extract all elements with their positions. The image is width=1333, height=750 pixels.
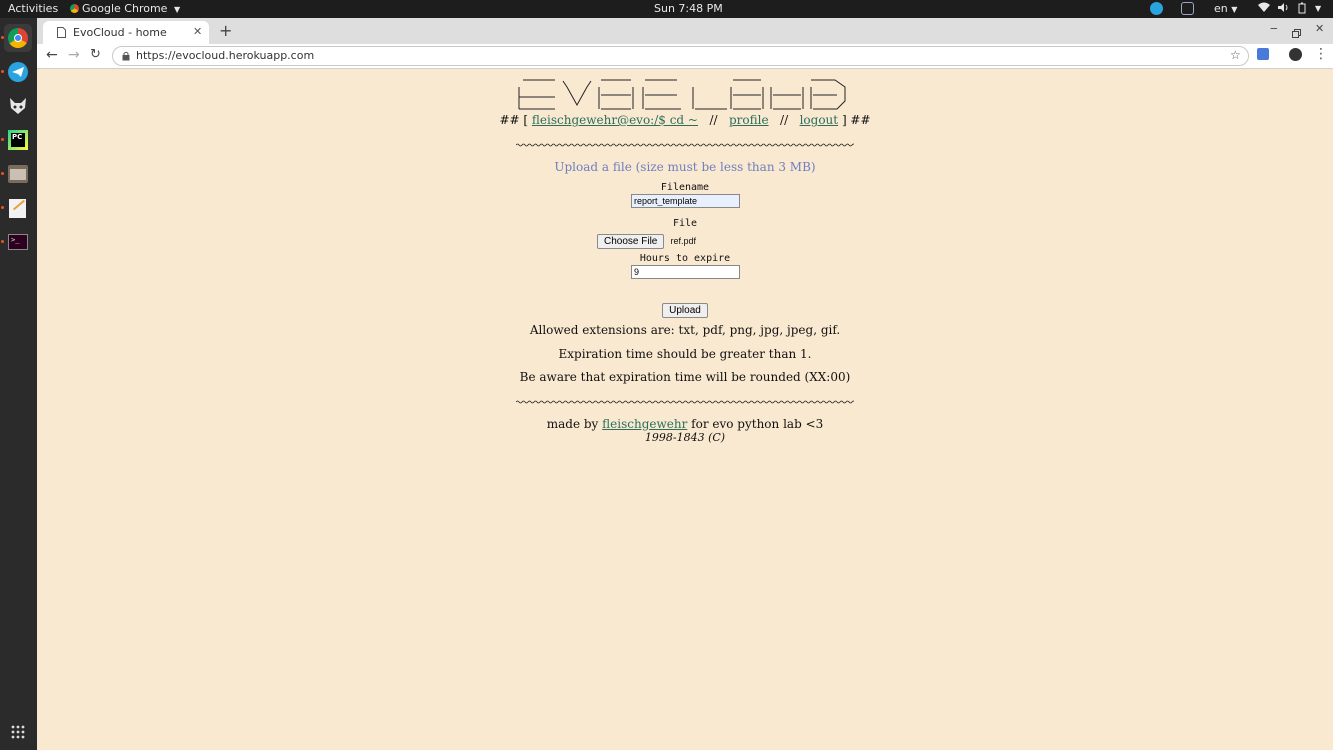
evocloud-ascii-logo	[518, 79, 846, 110]
chevron-down-icon: ▼	[1231, 5, 1238, 14]
fox-icon[interactable]	[4, 92, 32, 120]
bookmark-star-icon[interactable]: ☆	[1230, 48, 1241, 62]
running-indicator	[1, 138, 4, 141]
profile-avatar[interactable]	[1289, 48, 1302, 61]
terminal-icon[interactable]: >_	[4, 228, 32, 256]
chosen-file-name: ref.pdf	[670, 236, 696, 246]
running-indicator	[1, 70, 4, 73]
header-suffix: ] ##	[841, 113, 871, 127]
rounding-note: Be aware that expiration time will be ro…	[519, 370, 851, 384]
reload-icon[interactable]: ↻	[90, 47, 101, 62]
header-prefix: ## [	[499, 113, 529, 127]
activities-button[interactable]: Activities	[8, 2, 58, 16]
running-indicator	[1, 36, 4, 39]
pycharm-icon[interactable]: PC	[4, 126, 32, 154]
made-by-text: made by	[546, 417, 599, 431]
wifi-icon[interactable]	[1258, 2, 1270, 17]
chrome-icon[interactable]	[4, 24, 32, 52]
for-text: for evo python lab <3	[691, 417, 824, 431]
app-name: Google Chrome	[82, 2, 168, 15]
page-icon	[57, 27, 66, 38]
system-menu-chevron-icon[interactable]: ▼	[1315, 2, 1321, 16]
text-editor-icon[interactable]	[4, 194, 32, 222]
hours-input[interactable]	[631, 265, 740, 279]
tilde-divider	[516, 143, 854, 147]
close-window-icon[interactable]: ✕	[1315, 22, 1324, 35]
telegram-tray-icon[interactable]	[1150, 2, 1163, 19]
file-picker: Choose File ref.pdf	[597, 229, 696, 249]
separator: //	[709, 113, 718, 127]
browser-toolbar: ← → ↻ https://evocloud.herokuapp.com ☆ ⋮	[37, 44, 1333, 69]
running-indicator	[1, 206, 4, 209]
copyright: 1998-1843 (C)	[644, 431, 726, 444]
dock: PC >_	[0, 18, 37, 750]
choose-file-button[interactable]: Choose File	[597, 234, 665, 249]
url-text: https://evocloud.herokuapp.com	[136, 49, 315, 62]
language-label: en	[1214, 2, 1228, 15]
expiration-note: Expiration time should be greater than 1…	[558, 347, 812, 361]
separator: //	[780, 113, 789, 127]
language-indicator[interactable]: en ▼	[1214, 2, 1237, 17]
translate-extension-icon[interactable]	[1257, 48, 1269, 60]
back-icon[interactable]: ←	[46, 47, 58, 63]
author-link[interactable]: fleischgewehr	[602, 417, 687, 431]
upload-button-wrap: Upload	[37, 298, 1333, 318]
tab-title: EvoCloud - home	[73, 26, 167, 39]
profile-link[interactable]: profile	[729, 113, 769, 127]
running-indicator	[1, 172, 4, 175]
home-user-link[interactable]: fleischgewehr@evo:/$ cd ~	[532, 113, 698, 127]
filename-label: Filename	[660, 182, 710, 193]
tilde-divider	[516, 400, 854, 404]
chrome-small-icon	[70, 4, 79, 13]
files-icon[interactable]	[4, 160, 32, 188]
system-top-bar: Activities Google Chrome ▼ Sun 7:48 PM e…	[0, 0, 1333, 18]
translate-tray-icon[interactable]	[1181, 2, 1194, 19]
tab-strip: EvoCloud - home ✕ + ‒ ✕	[37, 18, 1333, 44]
hours-label: Hours to expire	[639, 253, 731, 264]
close-tab-icon[interactable]: ✕	[193, 25, 202, 38]
file-label: File	[672, 218, 698, 229]
minimize-icon[interactable]: ‒	[1270, 21, 1278, 35]
chrome-menu-icon[interactable]: ⋮	[1314, 46, 1328, 62]
address-bar[interactable]: https://evocloud.herokuapp.com ☆	[112, 46, 1249, 66]
app-menu[interactable]: Google Chrome ▼	[70, 2, 180, 17]
grid-icon[interactable]	[4, 718, 32, 746]
chevron-down-icon: ▼	[173, 5, 181, 14]
page-content: ## [ fleischgewehr@evo:/$ cd ~ // profil…	[37, 69, 1333, 750]
footer-credits: made by fleischgewehr for evo python lab…	[37, 417, 1333, 431]
upload-button[interactable]: Upload	[662, 303, 708, 318]
telegram-icon[interactable]	[4, 58, 32, 86]
forward-icon[interactable]: →	[68, 47, 80, 63]
volume-icon[interactable]	[1277, 2, 1289, 17]
new-tab-icon[interactable]: +	[219, 21, 232, 40]
logout-link[interactable]: logout	[800, 113, 839, 127]
filename-input[interactable]	[631, 194, 740, 208]
battery-icon[interactable]	[1298, 2, 1306, 18]
clock[interactable]: Sun 7:48 PM	[654, 2, 723, 16]
running-indicator	[1, 240, 4, 243]
restore-icon[interactable]	[1292, 23, 1301, 42]
upload-heading: Upload a file (size must be less than 3 …	[554, 160, 816, 174]
extensions-note: Allowed extensions are: txt, pdf, png, j…	[529, 323, 841, 337]
header-nav: ## [ fleischgewehr@evo:/$ cd ~ // profil…	[37, 113, 1333, 127]
tab-evocloud-home[interactable]: EvoCloud - home ✕	[43, 21, 209, 44]
lock-icon	[122, 51, 130, 61]
